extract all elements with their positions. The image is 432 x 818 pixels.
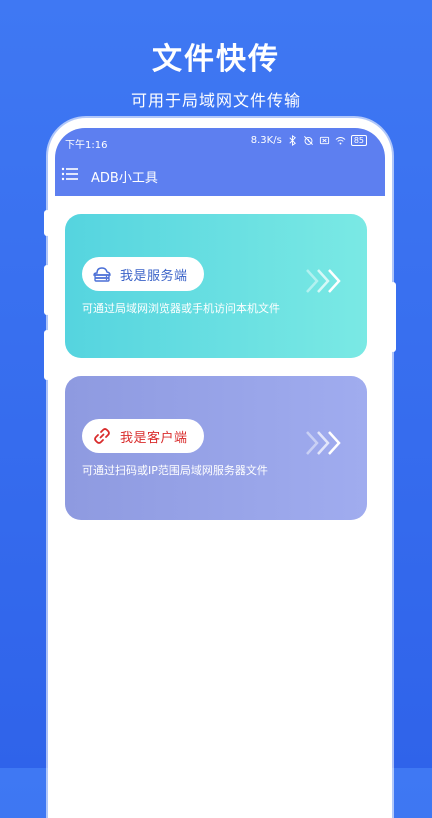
status-time: 下午1:16	[65, 140, 108, 151]
client-mode-description: 可通过扫码或IP范围局域网服务器文件	[82, 464, 268, 477]
server-mode-button[interactable]: 我是服务端	[82, 257, 204, 291]
promo-title: 文件快传	[152, 42, 280, 77]
menu-icon[interactable]	[61, 166, 79, 182]
promo-subtitle: 可用于局域网文件传输	[130, 91, 301, 110]
network-speed: 8.3K/s	[250, 135, 282, 146]
server-cloud-icon	[93, 267, 111, 282]
server-mode-card[interactable]: 我是服务端 可通过局域网浏览器或手机访问本机文件	[65, 214, 367, 358]
chevron-right-icon	[306, 269, 341, 293]
phone-screen: 下午1:16 8.3K/s 85 ADB小工具 我是服务端 可通过局域网浏览器或…	[55, 128, 385, 768]
battery-icon: 85	[350, 135, 367, 146]
client-mode-button[interactable]: 我是客户端	[82, 419, 204, 453]
wifi-icon	[335, 137, 346, 145]
status-bar: 下午1:16 8.3K/s 85	[55, 128, 385, 156]
server-mode-label: 我是服务端	[120, 268, 188, 284]
status-indicators: 8.3K/s 85	[251, 135, 367, 146]
bluetooth-icon	[289, 135, 296, 146]
app-title: ADB小工具	[91, 171, 158, 186]
client-mode-card[interactable]: 我是客户端 可通过扫码或IP范围局域网服务器文件	[65, 376, 367, 520]
app-header: 下午1:16 8.3K/s 85 ADB小工具	[55, 128, 385, 196]
chevron-right-icon	[306, 431, 341, 455]
toolbar: ADB小工具	[55, 160, 385, 190]
alarm-icon	[303, 136, 313, 145]
link-icon	[94, 428, 110, 444]
client-mode-label: 我是客户端	[120, 430, 188, 446]
sim-icon	[319, 136, 329, 145]
server-mode-description: 可通过局域网浏览器或手机访问本机文件	[82, 302, 280, 315]
